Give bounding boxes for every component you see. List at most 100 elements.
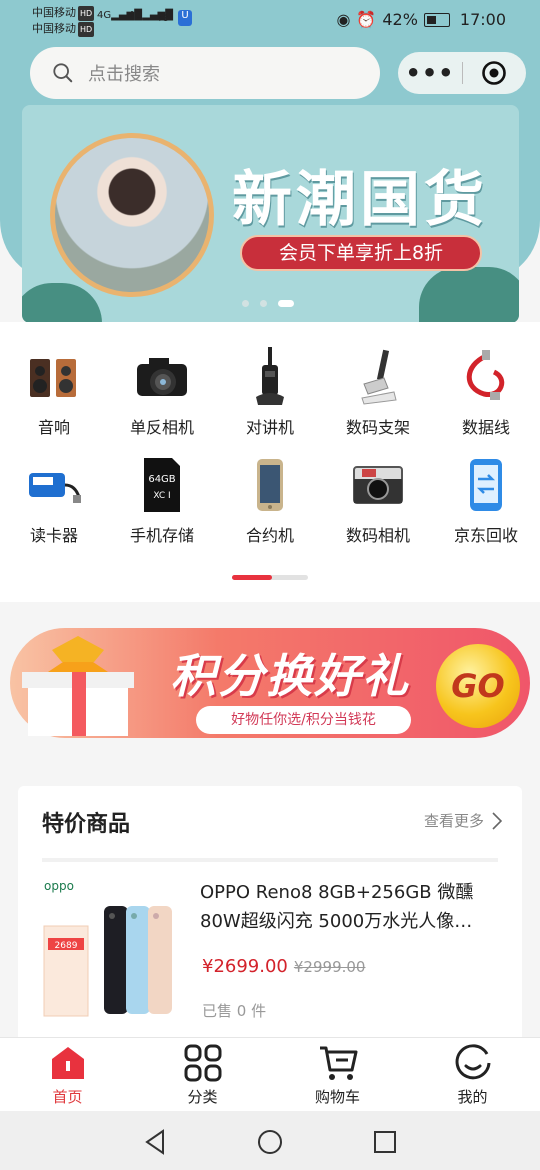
hd-badge: HD [78, 6, 95, 21]
category-grid: 音响 单反相机 对讲机 数码支架 数据线 读卡器 64GB XC I 手机存储 … [0, 322, 540, 602]
banner-decor-right [419, 267, 519, 323]
wifi-icon: ≋ [158, 10, 170, 26]
back-triangle-icon [145, 1129, 164, 1155]
points-exchange-banner[interactable]: 积分换好礼 好物任你选/积分当钱花 GO [0, 612, 540, 752]
category-pager [232, 575, 308, 580]
category-grid-icon [135, 1044, 270, 1082]
carousel-dot[interactable] [242, 300, 249, 307]
more-menu-button[interactable]: ••• [398, 61, 462, 85]
chevron-right-icon [492, 811, 502, 830]
brand-logo: oppo [44, 879, 74, 893]
product-name[interactable]: OPPO Reno8 8GB+256GB 微醺 80W超级闪充 5000万水光人… [200, 878, 500, 936]
search-icon [53, 63, 73, 83]
recycle-phone-icon [456, 456, 516, 514]
current-price: ¥2699.00 [202, 956, 288, 977]
price-tag: 2689 [55, 941, 78, 951]
sd-card-icon: 64GB XC I [132, 456, 192, 514]
svg-text:XC I: XC I [153, 491, 170, 501]
search-placeholder: 点击搜索 [88, 64, 160, 85]
original-price: ¥2999.00 [293, 958, 366, 976]
category-label: 单反相机 [129, 418, 194, 437]
close-miniprogram-button[interactable] [463, 60, 525, 86]
svg-text:64GB: 64GB [148, 474, 175, 485]
category-label: 对讲机 [245, 418, 294, 437]
status-right: ◉ ⏰ 42% 17:00 [336, 10, 506, 29]
deals-section: 特价商品 查看更多 oppo 2689 OPPO Reno8 8GB+256GB… [18, 786, 522, 1046]
smartphone-icon [240, 456, 300, 514]
home-nav-button[interactable] [255, 1127, 285, 1157]
carrier-info: 中国移动 HD 中国移动 HD [32, 5, 95, 37]
banner-subtitle: 会员下单享折上8折 [240, 235, 482, 271]
category-item-speaker[interactable]: 音响 [0, 348, 108, 448]
banner-title: 新潮国货 [232, 165, 488, 235]
dslr-camera-icon [132, 348, 192, 406]
carousel-dot[interactable] [260, 300, 267, 307]
miniprogram-capsule: ••• [398, 52, 526, 94]
product-price: ¥2699.00 ¥2999.00 [202, 956, 365, 977]
category-label: 音响 [37, 418, 70, 437]
system-nav-bar [0, 1111, 540, 1170]
promo-banner[interactable]: 新潮国货 会员下单享折上8折 [22, 105, 519, 323]
category-label: 京东回收 [453, 526, 518, 545]
category-label: 数码相机 [345, 526, 410, 545]
walkie-talkie-icon [240, 347, 300, 406]
search-bar[interactable]: 点击搜索 [30, 47, 380, 99]
card-reader-icon [24, 456, 84, 514]
category-item-contract-phone[interactable]: 合约机 [216, 456, 324, 556]
tab-home[interactable]: 首页 [0, 1044, 135, 1107]
view-more-link[interactable]: 查看更多 [424, 810, 502, 831]
category-item-recycle[interactable]: 京东回收 [432, 456, 540, 556]
category-label: 读卡器 [29, 526, 78, 545]
category-item-sd-card[interactable]: 64GB XC I 手机存储 [108, 456, 216, 556]
section-divider [42, 858, 498, 862]
tab-label: 分类 [187, 1088, 218, 1106]
points-banner-subtitle: 好物任你选/积分当钱花 [196, 706, 411, 734]
view-more-label: 查看更多 [423, 812, 484, 830]
category-pager-progress [232, 575, 273, 580]
tab-category[interactable]: 分类 [135, 1044, 270, 1107]
category-item-dslr[interactable]: 单反相机 [108, 348, 216, 448]
sold-count: 已售 0 件 [202, 1002, 267, 1020]
category-item-digital-camera[interactable]: 数码相机 [324, 456, 432, 556]
battery-percent: 42% [382, 10, 418, 29]
clock: 17:00 [459, 10, 506, 29]
points-banner-title: 积分换好礼 [170, 649, 410, 703]
carrier-2: 中国移动 [32, 22, 76, 35]
category-label: 手机存储 [129, 526, 194, 545]
tab-cart[interactable]: 购物车 [270, 1044, 405, 1107]
alarm-icon: ⏰ [356, 10, 377, 29]
category-label: 合约机 [245, 526, 294, 545]
category-label: 数据线 [461, 418, 510, 437]
app-badge-icon: U [178, 10, 192, 26]
digital-camera-icon [348, 456, 408, 514]
go-button[interactable]: GO [436, 644, 520, 728]
back-button[interactable] [140, 1127, 170, 1157]
carrier-1: 中国移动 [32, 6, 76, 19]
profile-icon [405, 1044, 540, 1082]
bottom-tab-bar: 首页 分类 购物车 我的 [0, 1037, 540, 1112]
banner-model-photo [50, 133, 214, 297]
product-image[interactable]: oppo 2689 [38, 876, 188, 1026]
tab-label: 购物车 [314, 1088, 360, 1106]
home-icon [0, 1044, 135, 1082]
eye-icon: ◉ [336, 10, 351, 29]
target-icon [482, 61, 506, 85]
home-circle-icon [258, 1130, 282, 1154]
gift-box-icon [22, 636, 134, 736]
carousel-dot-active[interactable] [278, 300, 294, 307]
tab-label: 我的 [457, 1088, 488, 1106]
banner-decor-left [22, 283, 102, 323]
section-title: 特价商品 [42, 812, 131, 837]
recents-button[interactable] [370, 1127, 400, 1157]
category-item-phone-stand[interactable]: 数码支架 [324, 348, 432, 448]
hd-badge-2: HD [78, 22, 95, 37]
phone-stand-icon [348, 348, 408, 406]
category-item-walkie-talkie[interactable]: 对讲机 [216, 347, 324, 448]
tab-profile[interactable]: 我的 [405, 1044, 540, 1107]
speaker-icon [24, 348, 84, 406]
status-bar: 中国移动 HD 中国移动 HD 4G▂▄▆█ 4G▂▄▆█ ≋ U ◉ ⏰ 42% … [0, 0, 540, 40]
category-label: 数码支架 [345, 418, 410, 437]
category-item-cable[interactable]: 数据线 [432, 348, 540, 448]
cart-icon [270, 1044, 405, 1082]
category-item-card-reader[interactable]: 读卡器 [0, 456, 108, 556]
